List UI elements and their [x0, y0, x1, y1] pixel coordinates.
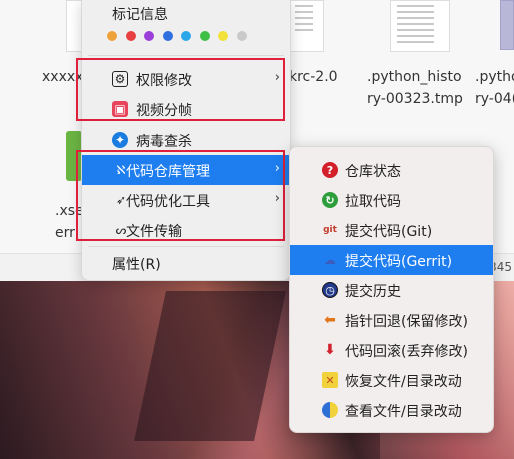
gerrit-commit-icon: ☁ [324, 253, 336, 267]
video-frame-icon: ▣ [112, 101, 128, 117]
submenu-item-label: 拉取代码 [345, 194, 401, 210]
submenu-item-label: 查看文件/目录改动 [345, 404, 462, 420]
submenu-item-gerrit-commit[interactable]: ☁ 提交代码(Gerrit) [290, 245, 493, 275]
file-name[interactable]: krc-2.0 [289, 69, 338, 85]
color-tag-orange[interactable] [107, 31, 117, 41]
menu-item-virus-scan[interactable]: ✦ 病毒查杀 [82, 125, 290, 155]
file-name[interactable]: .pytho [475, 69, 514, 85]
color-tag-purple[interactable] [144, 31, 154, 41]
submenu-item-label: 提交历史 [345, 284, 401, 300]
submenu-item-soft-reset[interactable]: ⬅ 指针回退(保留修改) [290, 305, 493, 335]
repo-submenu: ? 仓库状态 ↻ 拉取代码 git 提交代码(Git) ☁ 提交代码(Gerri… [289, 146, 494, 433]
file-thumbnail[interactable] [288, 0, 324, 52]
permission-icon: ⚙ [112, 71, 128, 87]
menu-item-repo-management[interactable]: ℵ 代码仓库管理 › [82, 155, 290, 185]
submenu-item-view-changes[interactable]: 查看文件/目录改动 [290, 395, 493, 425]
view-diff-icon [322, 402, 338, 418]
repo-status-icon: ? [322, 162, 338, 178]
file-name[interactable]: xxxxx [42, 69, 83, 85]
menu-divider [88, 55, 284, 56]
file-icon[interactable] [66, 131, 82, 181]
submenu-item-label: 指针回退(保留修改) [345, 314, 468, 330]
file-thumbnail[interactable] [500, 0, 514, 50]
menu-item-video-frame[interactable]: ▣ 视频分帧 [82, 94, 290, 124]
mark-info-title: 标记信息 [112, 7, 168, 23]
file-name[interactable]: ry-04( [475, 91, 514, 107]
chevron-right-icon: › [274, 191, 280, 206]
file-name[interactable]: err [55, 225, 75, 241]
color-tag-blue[interactable] [162, 31, 173, 41]
submenu-item-label: 提交代码(Git) [345, 224, 433, 240]
submenu-item-restore-changes[interactable]: ✕ 恢复文件/目录改动 [290, 365, 493, 395]
commit-history-icon: ◷ [322, 282, 338, 298]
menu-item-label: 病毒查杀 [136, 134, 192, 150]
menu-item-file-transfer[interactable]: ᔕ 文件传输 [82, 215, 290, 245]
color-tag-yellow[interactable] [218, 31, 228, 41]
git-commit-icon: git [323, 225, 337, 235]
virus-scan-icon: ✦ [112, 132, 128, 148]
submenu-item-label: 提交代码(Gerrit) [345, 254, 453, 270]
soft-reset-icon: ⬅ [324, 312, 336, 328]
submenu-item-pull-code[interactable]: ↻ 拉取代码 [290, 185, 493, 215]
color-tag-green[interactable] [199, 31, 210, 41]
pull-code-icon: ↻ [322, 192, 338, 208]
menu-item-label: 代码优化工具 [126, 194, 210, 210]
menu-divider [88, 246, 284, 247]
submenu-item-label: 代码回滚(丢弃修改) [345, 344, 468, 360]
menu-item-label: 属性(R) [112, 257, 161, 273]
file-thumbnail[interactable] [390, 0, 450, 52]
chevron-right-icon: › [274, 161, 280, 176]
context-menu: 标记信息 ⚙ 权限修改 › ▣ 视频分帧 ✦ 病毒查杀 ℵ 代码仓库管理 › ➶… [81, 0, 291, 281]
menu-item-properties[interactable]: 属性(R) [82, 248, 290, 278]
submenu-item-git-commit[interactable]: git 提交代码(Git) [290, 215, 493, 245]
file-name[interactable]: .python_histo [367, 69, 462, 85]
chevron-right-icon: › [274, 70, 280, 85]
color-tag-row [107, 31, 247, 41]
color-tag-cyan[interactable] [181, 31, 191, 41]
menu-item-label: 代码仓库管理 [126, 164, 210, 180]
submenu-item-label: 恢复文件/目录改动 [345, 374, 462, 390]
submenu-item-revert[interactable]: ⬇ 代码回滚(丢弃修改) [290, 335, 493, 365]
restore-icon: ✕ [322, 372, 338, 388]
color-tag-red[interactable] [125, 31, 136, 41]
file-name[interactable]: .xse [55, 203, 84, 219]
revert-icon: ⬇ [324, 342, 336, 358]
submenu-item-label: 仓库状态 [345, 164, 401, 180]
menu-item-label: 视频分帧 [136, 103, 192, 119]
color-tag-gray[interactable] [236, 31, 247, 41]
submenu-item-repo-status[interactable]: ? 仓库状态 [290, 155, 493, 185]
menu-item-label: 权限修改 [136, 73, 192, 89]
menu-item-permission[interactable]: ⚙ 权限修改 › [82, 64, 290, 94]
submenu-item-commit-history[interactable]: ◷ 提交历史 [290, 275, 493, 305]
menu-item-label: 文件传输 [126, 224, 182, 240]
menu-item-optimize-tools[interactable]: ➶ 代码优化工具 › [82, 185, 290, 215]
file-name[interactable]: ry-00323.tmp [367, 91, 463, 107]
